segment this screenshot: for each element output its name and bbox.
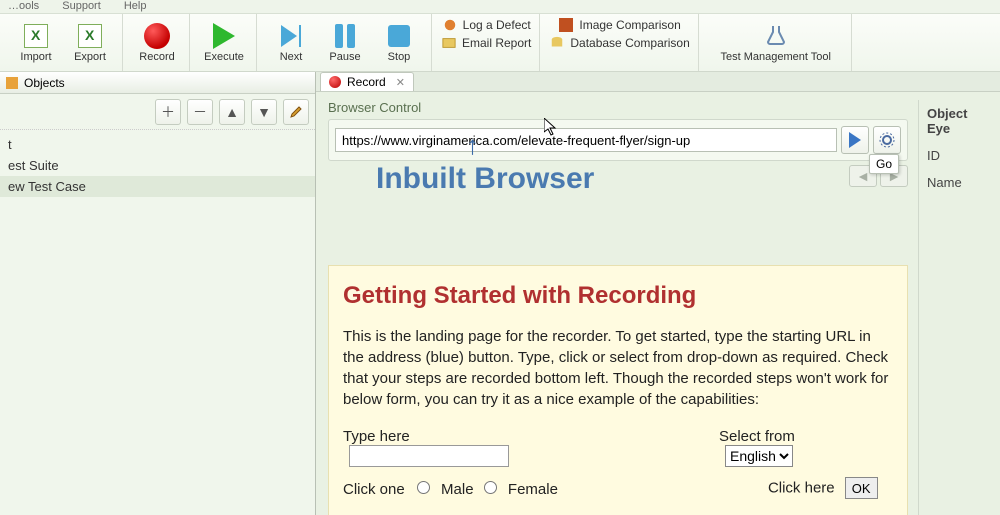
add-button[interactable]: ＋: [155, 99, 181, 125]
move-up-button[interactable]: ▲: [219, 99, 245, 125]
object-eye-name-label: Name: [927, 175, 988, 190]
objects-icon: [6, 77, 18, 89]
export-icon: [78, 24, 102, 48]
objects-tab[interactable]: Objects: [0, 72, 315, 94]
execute-label: Execute: [204, 51, 244, 63]
record-icon: [144, 23, 170, 49]
landing-page: Getting Started with Recording This is t…: [328, 265, 908, 515]
gear-icon: [879, 132, 895, 148]
pencil-icon: [289, 105, 303, 119]
next-icon: [281, 25, 301, 47]
tree-item-selected[interactable]: ew Test Case: [0, 176, 315, 197]
select-from-dropdown[interactable]: English: [725, 445, 793, 467]
database-comparison-button[interactable]: Database Comparison: [550, 36, 689, 50]
image-comparison-button[interactable]: Image Comparison: [559, 18, 680, 32]
pause-button[interactable]: Pause: [323, 23, 367, 63]
record-tab-label: Record: [347, 75, 386, 89]
type-here-input[interactable]: [349, 445, 509, 467]
object-eye-title: Object Eye: [927, 106, 988, 136]
close-tab-icon[interactable]: ✕: [396, 76, 405, 89]
menu-item-tools[interactable]: …ools: [8, 0, 39, 12]
page-heading: Getting Started with Recording: [343, 282, 893, 310]
database-icon: [550, 36, 564, 50]
record-button[interactable]: Record: [135, 23, 179, 63]
url-input[interactable]: [335, 128, 837, 152]
tree-item[interactable]: t: [0, 134, 315, 155]
go-play-icon: [849, 132, 861, 148]
main-toolbar: Import Export Record Execute Next Pause …: [0, 14, 1000, 72]
log-defect-button[interactable]: Log a Defect: [443, 18, 531, 32]
objects-tab-label: Objects: [24, 76, 65, 90]
settings-button[interactable]: [873, 126, 901, 154]
email-report-button[interactable]: Email Report: [442, 36, 531, 50]
email-report-label: Email Report: [462, 36, 531, 50]
object-tree: t est Suite ew Test Case: [0, 130, 315, 515]
mail-icon: [442, 36, 456, 50]
next-button[interactable]: Next: [269, 23, 313, 63]
record-tab[interactable]: Record ✕: [320, 72, 414, 91]
radio-male[interactable]: [417, 481, 430, 494]
pause-icon: [335, 24, 355, 48]
menu-item-support[interactable]: Support: [62, 0, 101, 12]
database-comparison-label: Database Comparison: [570, 36, 689, 50]
move-down-button[interactable]: ▼: [251, 99, 277, 125]
go-tooltip: Go: [869, 154, 899, 174]
image-comparison-label: Image Comparison: [579, 18, 680, 32]
record-tab-icon: [329, 76, 341, 88]
execute-button[interactable]: Execute: [202, 23, 246, 63]
import-label: Import: [20, 51, 51, 63]
browser-nav-row: ◄ ►: [328, 165, 908, 187]
tree-item[interactable]: est Suite: [0, 155, 315, 176]
import-button[interactable]: Import: [14, 23, 58, 63]
export-label: Export: [74, 51, 106, 63]
browser-control-box: Go: [328, 119, 908, 161]
edit-button[interactable]: [283, 99, 309, 125]
stop-button[interactable]: Stop: [377, 23, 421, 63]
export-button[interactable]: Export: [68, 23, 112, 63]
object-eye-id-label: ID: [927, 148, 988, 163]
object-eye-panel: Object Eye ID Name: [918, 100, 988, 515]
bug-icon: [443, 18, 457, 32]
import-icon: [24, 24, 48, 48]
test-mgmt-label: Test Management Tool: [721, 51, 831, 63]
stop-label: Stop: [388, 51, 411, 63]
log-defect-label: Log a Defect: [463, 18, 531, 32]
menu-item-help[interactable]: Help: [124, 0, 147, 12]
select-from-label: Select from: [719, 428, 795, 445]
type-here-label: Type here: [343, 428, 410, 445]
remove-button[interactable]: －: [187, 99, 213, 125]
objects-panel: Objects ＋ － ▲ ▼ t est Suite ew Test Case: [0, 72, 316, 515]
flask-icon: [764, 24, 788, 48]
stop-icon: [388, 25, 410, 47]
record-label: Record: [139, 51, 174, 63]
click-here-label: Click here: [768, 480, 835, 497]
radio-male-label: Male: [441, 481, 474, 498]
objects-mini-toolbar: ＋ － ▲ ▼: [0, 94, 315, 130]
test-management-tool-button[interactable]: Test Management Tool: [711, 23, 841, 63]
click-one-label: Click one: [343, 481, 405, 498]
radio-female-label: Female: [508, 481, 558, 498]
play-icon: [213, 23, 235, 49]
next-label: Next: [280, 51, 303, 63]
browser-control-label: Browser Control: [328, 100, 908, 115]
go-button[interactable]: [841, 126, 869, 154]
page-paragraph: This is the landing page for the recorde…: [343, 326, 893, 410]
pause-label: Pause: [329, 51, 360, 63]
radio-female[interactable]: [484, 481, 497, 494]
ok-button[interactable]: OK: [845, 477, 878, 499]
image-compare-icon: [559, 18, 573, 32]
editor-tab-strip: Record ✕: [316, 72, 1000, 92]
menu-bar: …ools Support Help: [0, 0, 1000, 14]
